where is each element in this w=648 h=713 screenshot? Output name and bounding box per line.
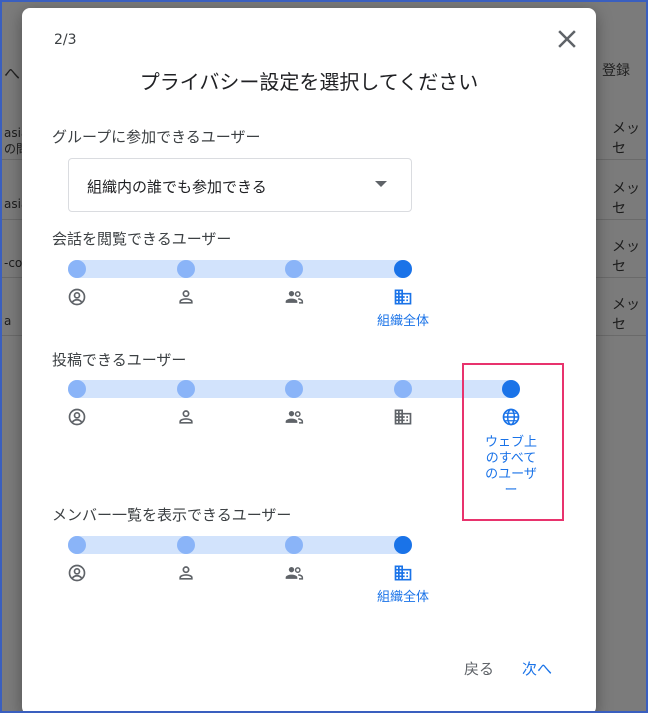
background-arrow: へ — [4, 64, 21, 83]
background-header-register: 登録 — [602, 63, 630, 79]
post-level-dot[interactable] — [177, 380, 195, 398]
view-level-dot[interactable] — [177, 260, 195, 278]
join-permission-select[interactable]: 組織内の誰でも参加できる — [68, 158, 412, 212]
view-section-label: 会話を閲覧できるユーザー — [52, 230, 232, 248]
back-button[interactable]: 戻る — [464, 658, 494, 679]
view-level-dot[interactable] — [68, 260, 86, 278]
person-icon — [176, 287, 196, 307]
domain-icon — [393, 287, 413, 307]
members-selected-level-label: 組織全体 — [376, 590, 429, 605]
privacy-settings-dialog: 2/3 プライバシー設定を選択してください グループに参加できるユーザー 組織内… — [22, 8, 596, 711]
dialog-title: プライバシー設定を選択してください — [139, 70, 479, 94]
members-level-dot[interactable] — [285, 536, 303, 554]
members-level-dot[interactable] — [177, 536, 195, 554]
close-button[interactable] — [552, 24, 582, 54]
members-level-dot-selected[interactable] — [394, 536, 412, 554]
view-level-dot-selected[interactable] — [394, 260, 412, 278]
highlight-annotation-box — [462, 363, 564, 521]
post-section-label: 投稿できるユーザー — [52, 351, 187, 369]
post-level-dot[interactable] — [394, 380, 412, 398]
view-level-dot[interactable] — [285, 260, 303, 278]
join-section-label: グループに参加できるユーザー — [52, 128, 261, 146]
post-level-dot[interactable] — [68, 380, 86, 398]
person-icon — [176, 407, 196, 427]
members-level-dot[interactable] — [68, 536, 86, 554]
group-icon — [284, 563, 304, 583]
domain-icon — [393, 407, 413, 427]
view-slider-track[interactable] — [68, 260, 412, 278]
members-slider-track[interactable] — [68, 536, 412, 554]
domain-icon — [393, 563, 413, 583]
join-permission-value: 組織内の誰でも参加できる — [87, 178, 267, 196]
account-circle-icon — [67, 407, 87, 427]
group-icon — [284, 407, 304, 427]
account-circle-icon — [67, 563, 87, 583]
close-icon — [558, 30, 576, 48]
next-button[interactable]: 次へ — [522, 658, 552, 679]
account-circle-icon — [67, 287, 87, 307]
group-icon — [284, 287, 304, 307]
person-icon — [176, 563, 196, 583]
screenshot-frame: へ 登録 asia の問 メッセ asia メッセ -co メッセ a メッセ … — [0, 0, 648, 713]
dropdown-caret-icon — [375, 181, 387, 187]
step-indicator: 2/3 — [54, 32, 77, 48]
view-selected-level-label: 組織全体 — [376, 314, 429, 329]
members-section-label: メンバー一覧を表示できるユーザー — [52, 506, 292, 524]
post-level-dot[interactable] — [285, 380, 303, 398]
